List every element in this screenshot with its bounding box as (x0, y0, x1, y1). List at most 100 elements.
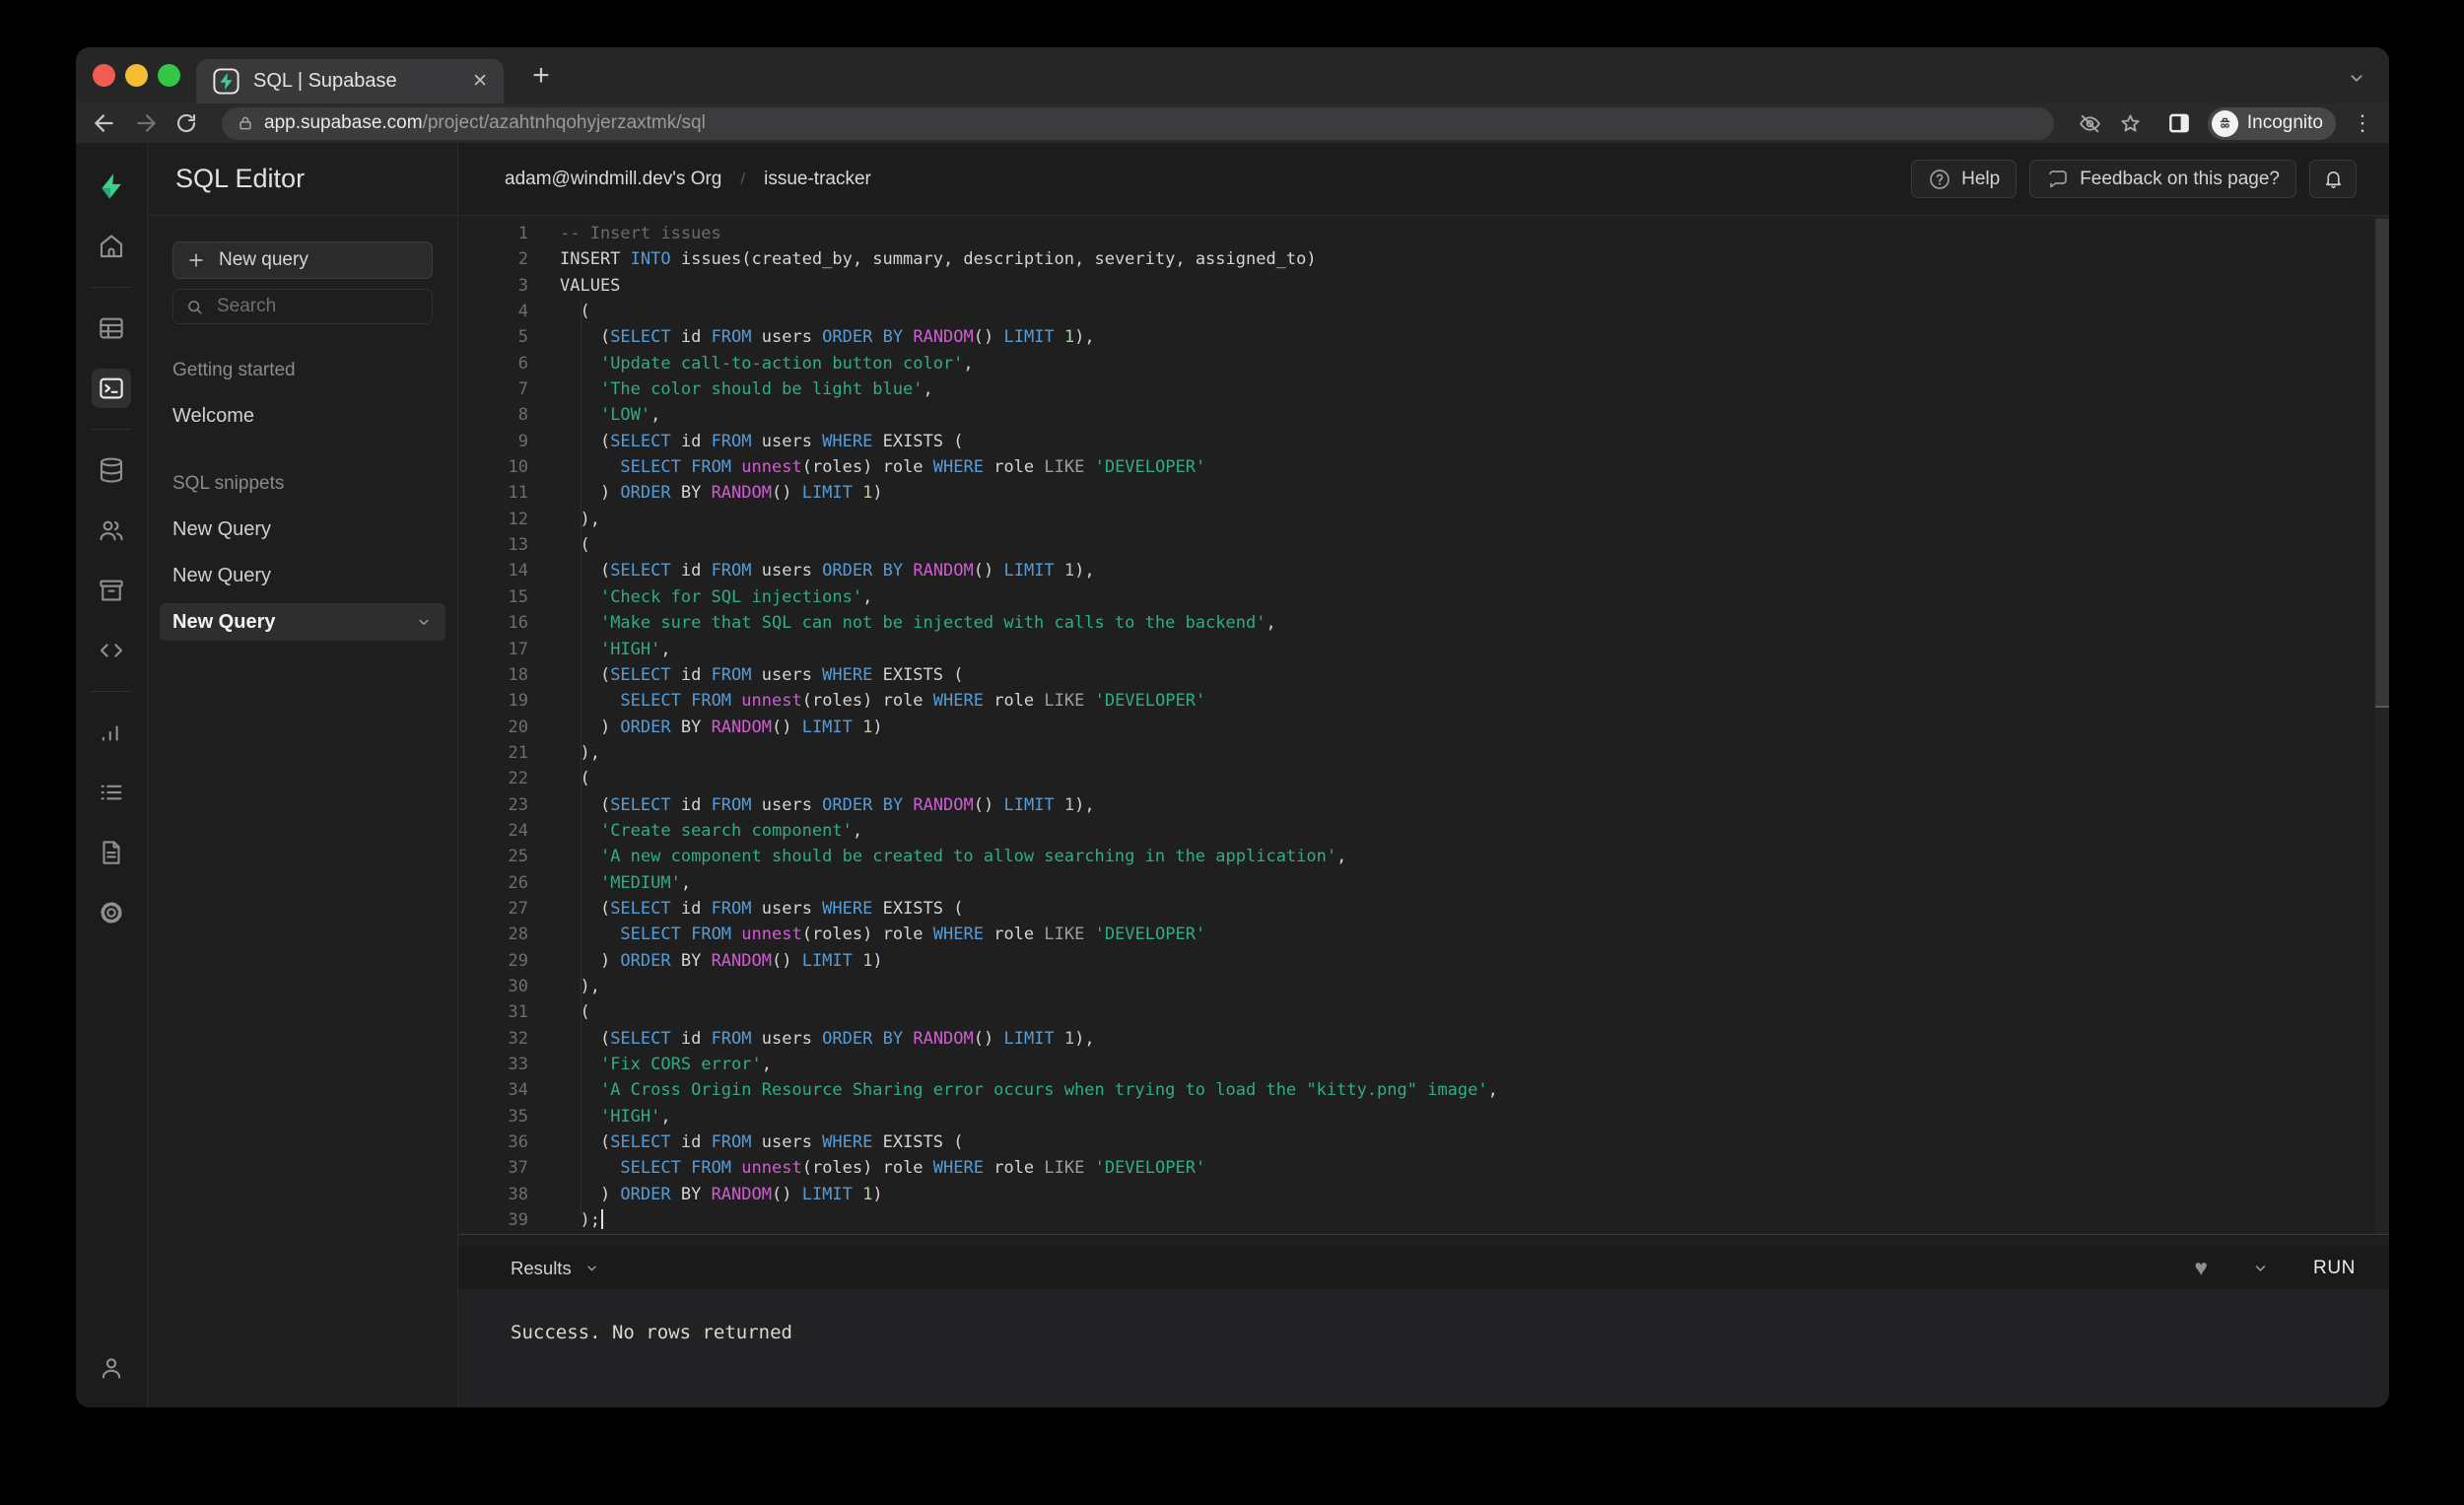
new-tab-button[interactable]: + (524, 59, 558, 93)
line-content: (SELECT id FROM users WHERE EXISTS ( (560, 898, 964, 919)
address-bar[interactable]: app.supabase.com/project/azahtnhqohyjerz… (222, 106, 2054, 140)
line-number: 17 (508, 639, 528, 659)
side-panel-icon[interactable] (2166, 110, 2192, 136)
eye-off-icon[interactable] (2078, 111, 2102, 136)
code-line: 15 'Check for SQL injections', (458, 584, 2389, 610)
line-content: (SELECT id FROM users WHERE EXISTS ( (560, 431, 964, 451)
breadcrumb-org[interactable]: adam@windmill.dev's Org (505, 169, 721, 190)
line-number: 38 (508, 1184, 528, 1204)
line-number: 2 (517, 249, 528, 270)
text-cursor (600, 1209, 603, 1230)
results-chevron-icon[interactable] (583, 1260, 600, 1276)
code-line: 28 SELECT FROM unnest(roles) role WHERE … (458, 922, 2389, 947)
reload-button[interactable] (174, 111, 198, 135)
code-line: 36 (SELECT id FROM users WHERE EXISTS ( (458, 1129, 2389, 1155)
scrollbar-thumb[interactable] (2375, 219, 2389, 708)
code-line: 26 'MEDIUM', (458, 870, 2389, 896)
rail-divider (91, 287, 132, 288)
line-number: 1 (517, 224, 528, 243)
line-content: 'HIGH', (599, 639, 671, 659)
line-content: 'HIGH', (599, 1106, 671, 1127)
lock-icon (240, 116, 251, 130)
api-docs-icon[interactable] (92, 833, 131, 872)
code-line: 5 (SELECT id FROM users ORDER BY RANDOM(… (458, 324, 2389, 350)
line-content: (SELECT id FROM users ORDER BY RANDOM() … (560, 794, 1095, 815)
help-button[interactable]: Help (1911, 160, 2018, 198)
breadcrumb-project[interactable]: issue-tracker (764, 169, 871, 190)
code-line: 6 'Update call-to-action button color', (458, 351, 2389, 376)
screen: SQL | Supabase ✕ + app.supabase.com/proj… (0, 0, 2464, 1505)
browser-menu-icon[interactable]: ⋮ (2352, 112, 2373, 134)
database-icon[interactable] (92, 450, 131, 490)
line-number: 21 (508, 742, 528, 763)
line-content: ) ORDER BY RANDOM() LIMIT 1) (560, 1184, 883, 1204)
results-dropdown-label[interactable]: Results (511, 1258, 572, 1279)
close-window-button[interactable] (93, 64, 115, 87)
auth-users-icon[interactable] (92, 511, 131, 550)
code-line: 37 SELECT FROM unnest(roles) role WHERE … (458, 1155, 2389, 1181)
maximize-window-button[interactable] (158, 64, 180, 87)
run-options-chevron-icon[interactable] (2251, 1259, 2270, 1277)
supabase-app: SQL Editor New query Getting started Wel… (76, 143, 2389, 1407)
code-line: 16 'Make sure that SQL can not be inject… (458, 610, 2389, 636)
sidebar-item-query-2[interactable]: New Query (172, 565, 433, 587)
sidebar-item-welcome[interactable]: Welcome (172, 405, 433, 428)
tab-close-icon[interactable]: ✕ (472, 72, 488, 91)
line-number: 10 (508, 457, 528, 478)
sidebar-item-query-1[interactable]: New Query (172, 518, 433, 541)
account-icon[interactable] (92, 1348, 131, 1388)
tab-title: SQL | Supabase (253, 70, 397, 92)
window-controls (93, 64, 180, 87)
settings-gear-icon[interactable] (92, 893, 131, 932)
sidebar-item-query-active[interactable]: New Query (160, 603, 445, 641)
storage-icon[interactable] (92, 571, 131, 610)
code-line: 18 (SELECT id FROM users WHERE EXISTS ( (458, 662, 2389, 688)
sql-code-editor[interactable]: 1 -- Insert issues 2 INSERT INTO issues(cre… (458, 216, 2389, 1235)
favorite-heart-icon[interactable]: ♥ (2194, 1257, 2208, 1279)
browser-tab[interactable]: SQL | Supabase ✕ (196, 59, 504, 103)
code-line: 3 VALUES (458, 273, 2389, 299)
incognito-badge[interactable]: Incognito (2207, 106, 2336, 140)
back-button[interactable] (92, 110, 117, 136)
sql-editor-icon[interactable] (92, 369, 131, 408)
results-bar: Results ♥ RUN (458, 1247, 2389, 1289)
search-field[interactable] (172, 289, 433, 324)
line-number: 6 (517, 353, 528, 374)
tab-search-chevron-icon[interactable] (2346, 67, 2367, 89)
line-number: 33 (508, 1055, 528, 1074)
search-icon (188, 300, 202, 314)
line-number: 26 (508, 872, 528, 893)
bookmark-star-icon[interactable] (2118, 111, 2143, 136)
line-number: 14 (508, 561, 528, 581)
chevron-down-icon[interactable] (415, 613, 433, 631)
line-content: ); (560, 1207, 603, 1233)
reports-icon[interactable] (92, 713, 131, 752)
minimize-window-button[interactable] (125, 64, 148, 87)
line-content: ) ORDER BY RANDOM() LIMIT 1) (560, 950, 883, 971)
edge-functions-icon[interactable] (92, 631, 131, 670)
feedback-button[interactable]: Feedback on this page? (2029, 160, 2296, 198)
line-content: ), (560, 509, 600, 529)
home-icon[interactable] (92, 227, 131, 266)
code-line: 13 ( (458, 532, 2389, 558)
notifications-button[interactable] (2309, 160, 2357, 198)
code-line: 10 SELECT FROM unnest(roles) role WHERE … (458, 454, 2389, 480)
code-line: 4 ( (458, 299, 2389, 324)
logs-icon[interactable] (92, 773, 131, 812)
table-editor-icon[interactable] (92, 308, 131, 348)
code-line: 29 ) ORDER BY RANDOM() LIMIT 1) (458, 948, 2389, 974)
results-panel: Success. No rows returned (458, 1289, 2389, 1407)
line-number: 13 (508, 535, 528, 556)
supabase-logo[interactable] (92, 167, 131, 206)
line-content: INSERT INTO issues(created_by, summary, … (560, 249, 1317, 270)
line-content: 'A Cross Origin Resource Sharing error o… (599, 1080, 1498, 1101)
forward-button[interactable] (133, 110, 159, 136)
line-number: 12 (508, 509, 528, 529)
new-query-button[interactable]: New query (172, 241, 433, 279)
run-button[interactable]: RUN (2313, 1258, 2356, 1279)
editor-scrollbar[interactable] (2375, 216, 2389, 1234)
code-line: 19 SELECT FROM unnest(roles) role WHERE … (458, 688, 2389, 714)
line-number: 11 (508, 483, 528, 504)
search-input[interactable] (215, 295, 420, 318)
sql-editor-sidebar: SQL Editor New query Getting started Wel… (148, 143, 458, 1407)
